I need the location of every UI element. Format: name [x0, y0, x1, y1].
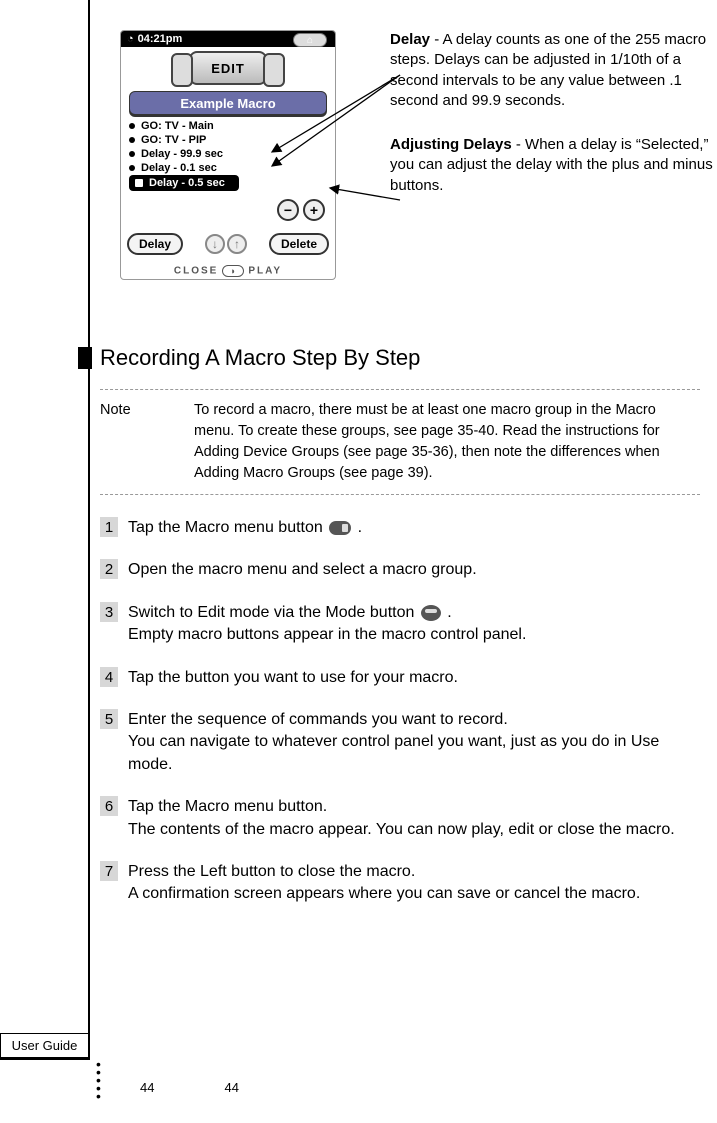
- clock-icon: ◔: [127, 33, 134, 45]
- list-item-selected: Delay - 0.5 sec: [129, 175, 239, 191]
- section-heading: Recording A Macro Step By Step: [100, 345, 700, 371]
- heading-marker-icon: [78, 347, 92, 369]
- home-icon: ⌂: [293, 33, 327, 47]
- list-item: Delay - 0.1 sec: [129, 161, 327, 175]
- callout-delay: Delay - A delay counts as one of the 255…: [390, 30, 717, 111]
- figure-wrap: ◔ 04:21pm ⌂ EDIT Example Macro GO: TV - …: [120, 30, 710, 310]
- list-item: Delay - 99.9 sec: [129, 147, 327, 161]
- dotted-continuation: •••••: [96, 1060, 101, 1100]
- step-number: 7: [100, 861, 118, 881]
- user-guide-tab: User Guide: [0, 1033, 88, 1058]
- page-numbers: 44 44: [140, 1080, 239, 1095]
- device-statusbar: ◔ 04:21pm ⌂: [121, 31, 335, 47]
- minus-button[interactable]: −: [277, 199, 299, 221]
- step-number: 5: [100, 709, 118, 729]
- note-block: Note To record a macro, there must be at…: [100, 389, 700, 495]
- macro-step-list: GO: TV - Main GO: TV - PIP Delay - 99.9 …: [129, 119, 327, 191]
- list-item: GO: TV - PIP: [129, 133, 327, 147]
- step-list: 1 Tap the Macro menu button . 2 Open the…: [100, 517, 700, 906]
- edit-mode-badge: EDIT: [189, 51, 267, 85]
- step-1: 1 Tap the Macro menu button .: [100, 517, 700, 539]
- device-footer: CLOSE◑PLAY: [121, 265, 335, 277]
- note-text: To record a macro, there must be at leas…: [194, 400, 700, 484]
- page-number-left: 44: [140, 1080, 154, 1095]
- delay-button[interactable]: Delay: [127, 233, 183, 255]
- note-label: Note: [100, 400, 160, 484]
- vertical-rule: [88, 0, 90, 1060]
- step-6: 6 Tap the Macro menu button. The content…: [100, 796, 700, 841]
- minus-plus-group: − +: [277, 199, 325, 221]
- step-number: 2: [100, 559, 118, 579]
- callout-adjusting: Adjusting Delays - When a delay is “Sele…: [390, 135, 717, 196]
- plus-button[interactable]: +: [303, 199, 325, 221]
- up-arrow-icon[interactable]: ↑: [227, 234, 247, 254]
- step-3: 3 Switch to Edit mode via the Mode butto…: [100, 602, 700, 647]
- pause-icon: [135, 179, 143, 187]
- step-number: 4: [100, 667, 118, 687]
- delete-button[interactable]: Delete: [269, 233, 329, 255]
- page-number-right: 44: [224, 1080, 238, 1095]
- mode-button-icon: [421, 605, 441, 621]
- step-number: 3: [100, 602, 118, 622]
- horizontal-rule: [0, 1058, 90, 1060]
- step-number: 1: [100, 517, 118, 537]
- mode-oval-icon: ◑: [222, 265, 244, 277]
- device-screenshot: ◔ 04:21pm ⌂ EDIT Example Macro GO: TV - …: [120, 30, 336, 280]
- macro-title: Example Macro: [129, 91, 327, 115]
- step-5: 5 Enter the sequence of commands you wan…: [100, 709, 700, 776]
- step-4: 4 Tap the button you want to use for you…: [100, 667, 700, 689]
- down-arrow-icon[interactable]: ↓: [205, 234, 225, 254]
- step-7: 7 Press the Left button to close the mac…: [100, 861, 700, 906]
- macro-menu-icon: [329, 521, 351, 535]
- callout-text: Delay - A delay counts as one of the 255…: [390, 30, 717, 220]
- device-time: 04:21pm: [138, 33, 183, 45]
- step-2: 2 Open the macro menu and select a macro…: [100, 559, 700, 581]
- list-item: GO: TV - Main: [129, 119, 327, 133]
- step-number: 6: [100, 796, 118, 816]
